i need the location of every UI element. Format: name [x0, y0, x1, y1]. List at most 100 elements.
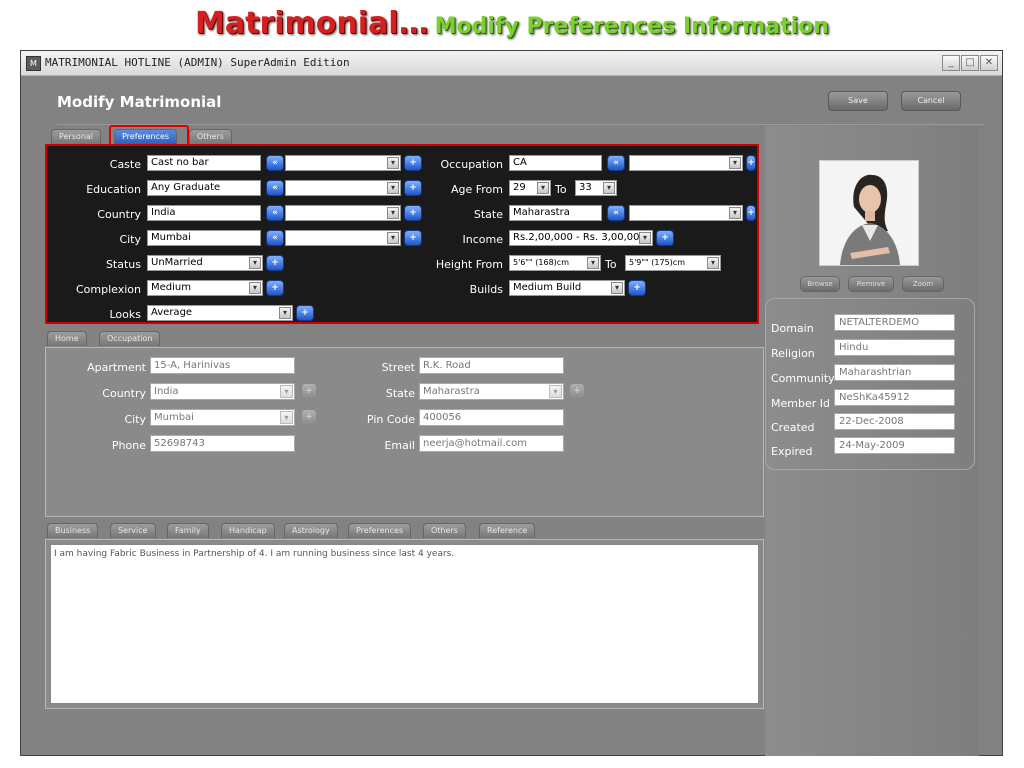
tab-family[interactable]: Family	[167, 523, 209, 538]
city-select[interactable]: Mumbai ▾	[150, 409, 295, 426]
complexion-label: Complexion	[75, 283, 141, 296]
status-add-button[interactable]: +	[266, 255, 284, 271]
height-to-select[interactable]: 5'9"" (175)cm ▾	[625, 255, 721, 271]
city-select[interactable]: ▾	[285, 230, 401, 246]
occupation-add-button[interactable]: +	[746, 155, 756, 171]
occupation-label: Occupation	[440, 158, 503, 171]
window-title: MATRIMONIAL HOTLINE (ADMIN) SuperAdmin E…	[45, 56, 350, 69]
state-add-button[interactable]: +	[746, 205, 756, 221]
email-input[interactable]: neerja@hotmail.com	[419, 435, 564, 452]
city-label: City	[119, 233, 141, 246]
cancel-button[interactable]: Cancel	[901, 91, 961, 111]
occupation-input[interactable]: CA	[509, 155, 602, 171]
member-id-input[interactable]: NeShKa45912	[834, 389, 955, 406]
tab-handicap[interactable]: Handicap	[221, 523, 275, 538]
income-select[interactable]: Rs.2,00,000 - Rs. 3,00,000 ▾	[509, 230, 653, 246]
plus-icon: +	[747, 208, 755, 218]
remove-button[interactable]: Remove	[848, 276, 894, 292]
chevron-down-icon: ▾	[387, 182, 399, 194]
education-input[interactable]: Any Graduate	[147, 180, 261, 196]
tab-occupation[interactable]: Occupation	[99, 331, 161, 346]
zoom-button[interactable]: Zoom	[902, 276, 944, 292]
religion-input[interactable]: Hindu	[834, 339, 955, 356]
income-add-button[interactable]: +	[656, 230, 674, 246]
back-icon: «	[272, 158, 278, 168]
country-input[interactable]: India	[147, 205, 261, 221]
complexion-select[interactable]: Medium ▾	[147, 280, 263, 296]
minimize-button[interactable]: _	[942, 55, 960, 71]
age-from-value: 29	[513, 182, 526, 193]
domain-input[interactable]: NETALTERDEMO	[834, 314, 955, 331]
caste-select[interactable]: ▾	[285, 155, 401, 171]
home-address-panel: Apartment 15-A, Harinivas Country India ▾…	[45, 347, 764, 517]
page-title: Modify Matrimonial	[57, 93, 222, 111]
looks-add-button[interactable]: +	[296, 305, 314, 321]
state-select[interactable]: ▾	[629, 205, 743, 221]
close-button[interactable]: ✕	[980, 55, 998, 71]
city-label: City	[124, 413, 146, 426]
age-to-select[interactable]: 33 ▾	[575, 180, 617, 196]
maximize-button[interactable]: □	[961, 55, 979, 71]
tab-reference[interactable]: Reference	[479, 523, 536, 538]
pincode-input[interactable]: 400056	[419, 409, 564, 426]
looks-select[interactable]: Average ▾	[147, 305, 293, 321]
city-back-button[interactable]: «	[266, 230, 284, 246]
browse-button[interactable]: Browse	[800, 276, 840, 292]
complexion-add-button[interactable]: +	[266, 280, 284, 296]
tab-astrology[interactable]: Astrology	[284, 523, 338, 538]
profile-sidebar: Browse Remove Zoom Domain NETALTERDEMO R…	[765, 126, 979, 756]
state-label: State	[473, 208, 503, 221]
business-description[interactable]: I am having Fabric Business in Partnersh…	[50, 544, 759, 704]
tab-service[interactable]: Service	[110, 523, 156, 538]
country-select[interactable]: India ▾	[150, 383, 295, 400]
state-back-button[interactable]: «	[607, 205, 625, 221]
window-titlebar[interactable]: M MATRIMONIAL HOTLINE (ADMIN) SuperAdmin…	[21, 51, 1002, 76]
tab-preferences-bottom[interactable]: Preferences	[348, 523, 412, 538]
occupation-select[interactable]: ▾	[629, 155, 743, 171]
plus-icon: +	[633, 283, 641, 293]
status-select[interactable]: UnMarried ▾	[147, 255, 263, 271]
expired-input[interactable]: 24-May-2009	[834, 437, 955, 454]
country-label: Country	[102, 387, 146, 400]
education-back-button[interactable]: «	[266, 180, 284, 196]
apartment-input[interactable]: 15-A, Harinivas	[150, 357, 295, 374]
plus-icon: +	[271, 283, 279, 293]
height-from-select[interactable]: 5'6"" (168)cm ▾	[509, 255, 601, 271]
chevron-down-icon: ▾	[249, 282, 261, 294]
tab-personal[interactable]: Personal	[51, 129, 102, 144]
city-add-button[interactable]: +	[301, 409, 317, 425]
member-info-box: Domain NETALTERDEMO Religion Hindu Commu…	[765, 298, 975, 470]
caste-label: Caste	[109, 158, 141, 171]
country-select[interactable]: ▾	[285, 205, 401, 221]
country-add-button[interactable]: +	[301, 383, 317, 399]
street-label: Street	[381, 361, 415, 374]
tab-home[interactable]: Home	[47, 331, 87, 346]
plus-icon: +	[573, 386, 581, 396]
tab-others-bottom[interactable]: Others	[423, 523, 466, 538]
caste-back-button[interactable]: «	[266, 155, 284, 171]
tab-others[interactable]: Others	[189, 129, 232, 144]
state-input[interactable]: Maharastra	[509, 205, 602, 221]
city-input[interactable]: Mumbai	[147, 230, 261, 246]
country-label: Country	[97, 208, 141, 221]
builds-label: Builds	[469, 283, 503, 296]
slide-title-sub: Modify Preferences Information	[434, 14, 829, 39]
phone-input[interactable]: 52698743	[150, 435, 295, 452]
street-input[interactable]: R.K. Road	[419, 357, 564, 374]
state-add-button[interactable]: +	[569, 383, 585, 399]
email-label: Email	[384, 439, 415, 452]
created-input[interactable]: 22-Dec-2008	[834, 413, 955, 430]
occupation-back-button[interactable]: «	[607, 155, 625, 171]
country-back-button[interactable]: «	[266, 205, 284, 221]
age-from-select[interactable]: 29 ▾	[509, 180, 551, 196]
state-select[interactable]: Maharastra ▾	[419, 383, 564, 400]
community-input[interactable]: Maharashtrian	[834, 364, 955, 381]
builds-add-button[interactable]: +	[628, 280, 646, 296]
education-select[interactable]: ▾	[285, 180, 401, 196]
tab-business[interactable]: Business	[47, 523, 99, 538]
chevron-down-icon: ▾	[387, 207, 399, 219]
back-icon: «	[272, 208, 278, 218]
save-button[interactable]: Save	[828, 91, 888, 111]
caste-input[interactable]: Cast no bar	[147, 155, 261, 171]
builds-select[interactable]: Medium Build ▾	[509, 280, 625, 296]
